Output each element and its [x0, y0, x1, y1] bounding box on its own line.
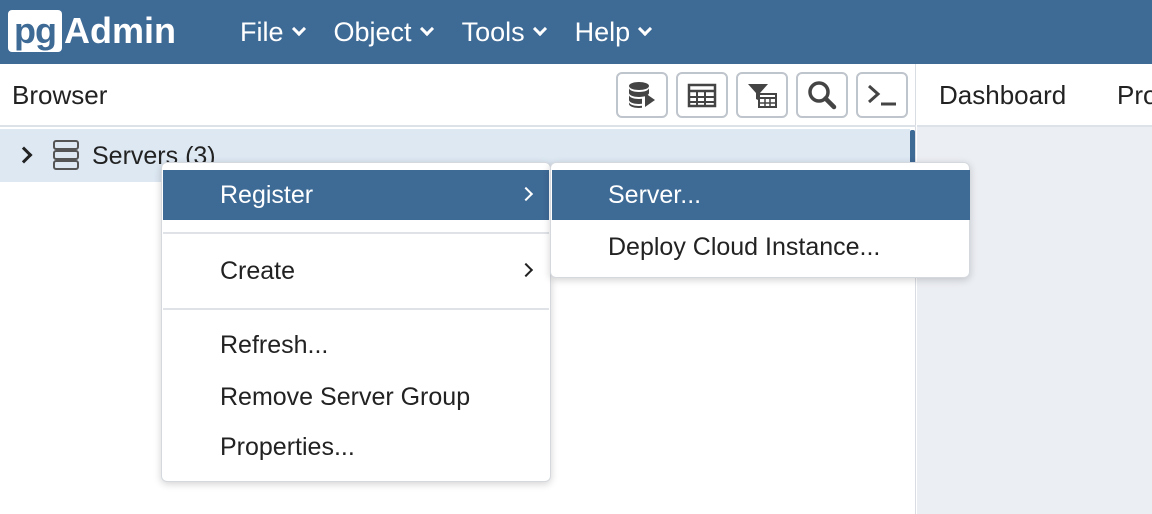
browser-header: Browser: [0, 64, 916, 127]
logo-admin-text: Admin: [63, 10, 176, 51]
register-submenu: Server... Deploy Cloud Instance...: [550, 162, 970, 278]
menu-tools[interactable]: Tools: [452, 0, 555, 64]
menu-help-label: Help: [574, 16, 631, 47]
menu-object[interactable]: Object: [324, 0, 442, 64]
chevron-down-icon: [532, 21, 547, 37]
context-menu-item-label: Register: [220, 181, 314, 209]
view-data-button[interactable]: [676, 72, 728, 118]
menu-object-label: Object: [333, 16, 412, 47]
context-menu: Register Create Refresh... Remove Server…: [161, 162, 551, 482]
panel-tabs: Dashboard Properties: [917, 64, 1152, 127]
tab-properties[interactable]: Properties: [1117, 80, 1152, 111]
submenu-item-label: Server...: [608, 181, 702, 209]
main-content-panel: Dashboard Properties: [917, 64, 1152, 514]
chevron-right-icon: [518, 262, 534, 278]
pgadmin-logo[interactable]: pg Admin: [8, 10, 176, 52]
query-tool-icon: [629, 82, 655, 108]
menu-divider: [163, 308, 549, 310]
query-tool-button[interactable]: [616, 72, 668, 118]
search-objects-button[interactable]: [796, 72, 848, 118]
menu-divider: [163, 232, 549, 234]
top-navbar: pg Admin File Object Tools Help: [0, 0, 1152, 64]
terminal-icon: [868, 84, 896, 106]
menu-file-label: File: [240, 16, 284, 47]
view-data-icon: [687, 83, 717, 108]
filtered-rows-icon: [748, 84, 777, 108]
submenu-deploy-cloud-instance[interactable]: Deploy Cloud Instance...: [552, 222, 970, 272]
filtered-rows-button[interactable]: [736, 72, 788, 118]
main-menu: File Object Tools Help: [230, 0, 670, 64]
context-menu-register[interactable]: Register: [163, 170, 549, 220]
context-menu-refresh[interactable]: Refresh...: [163, 320, 549, 370]
context-menu-item-label: Remove Server Group: [220, 383, 471, 411]
browser-toolbar: [616, 72, 908, 118]
menu-tools-label: Tools: [461, 16, 525, 47]
chevron-down-icon: [638, 21, 653, 37]
context-menu-item-label: Refresh...: [220, 331, 329, 359]
context-menu-item-label: Properties...: [220, 433, 355, 461]
chevron-right-icon: [518, 186, 534, 202]
chevron-right-icon[interactable]: [15, 146, 33, 164]
submenu-item-label: Deploy Cloud Instance...: [608, 233, 881, 261]
context-menu-item-label: Create: [220, 257, 296, 285]
menu-file[interactable]: File: [230, 0, 314, 64]
browser-title[interactable]: Browser: [12, 80, 107, 111]
chevron-down-icon: [291, 21, 306, 37]
submenu-server[interactable]: Server...: [552, 170, 970, 220]
server-group-icon: [53, 140, 79, 170]
chevron-down-icon: [419, 21, 434, 37]
menu-help[interactable]: Help: [565, 0, 661, 64]
context-menu-properties[interactable]: Properties...: [163, 422, 549, 472]
context-menu-create[interactable]: Create: [163, 246, 549, 296]
tab-dashboard[interactable]: Dashboard: [939, 80, 1066, 111]
scrollbar-thumb[interactable]: [910, 130, 915, 164]
logo-pg-text: pg: [8, 10, 62, 52]
search-icon: [808, 81, 837, 110]
psql-tool-button[interactable]: [856, 72, 908, 118]
context-menu-remove-server-group[interactable]: Remove Server Group: [163, 372, 549, 422]
